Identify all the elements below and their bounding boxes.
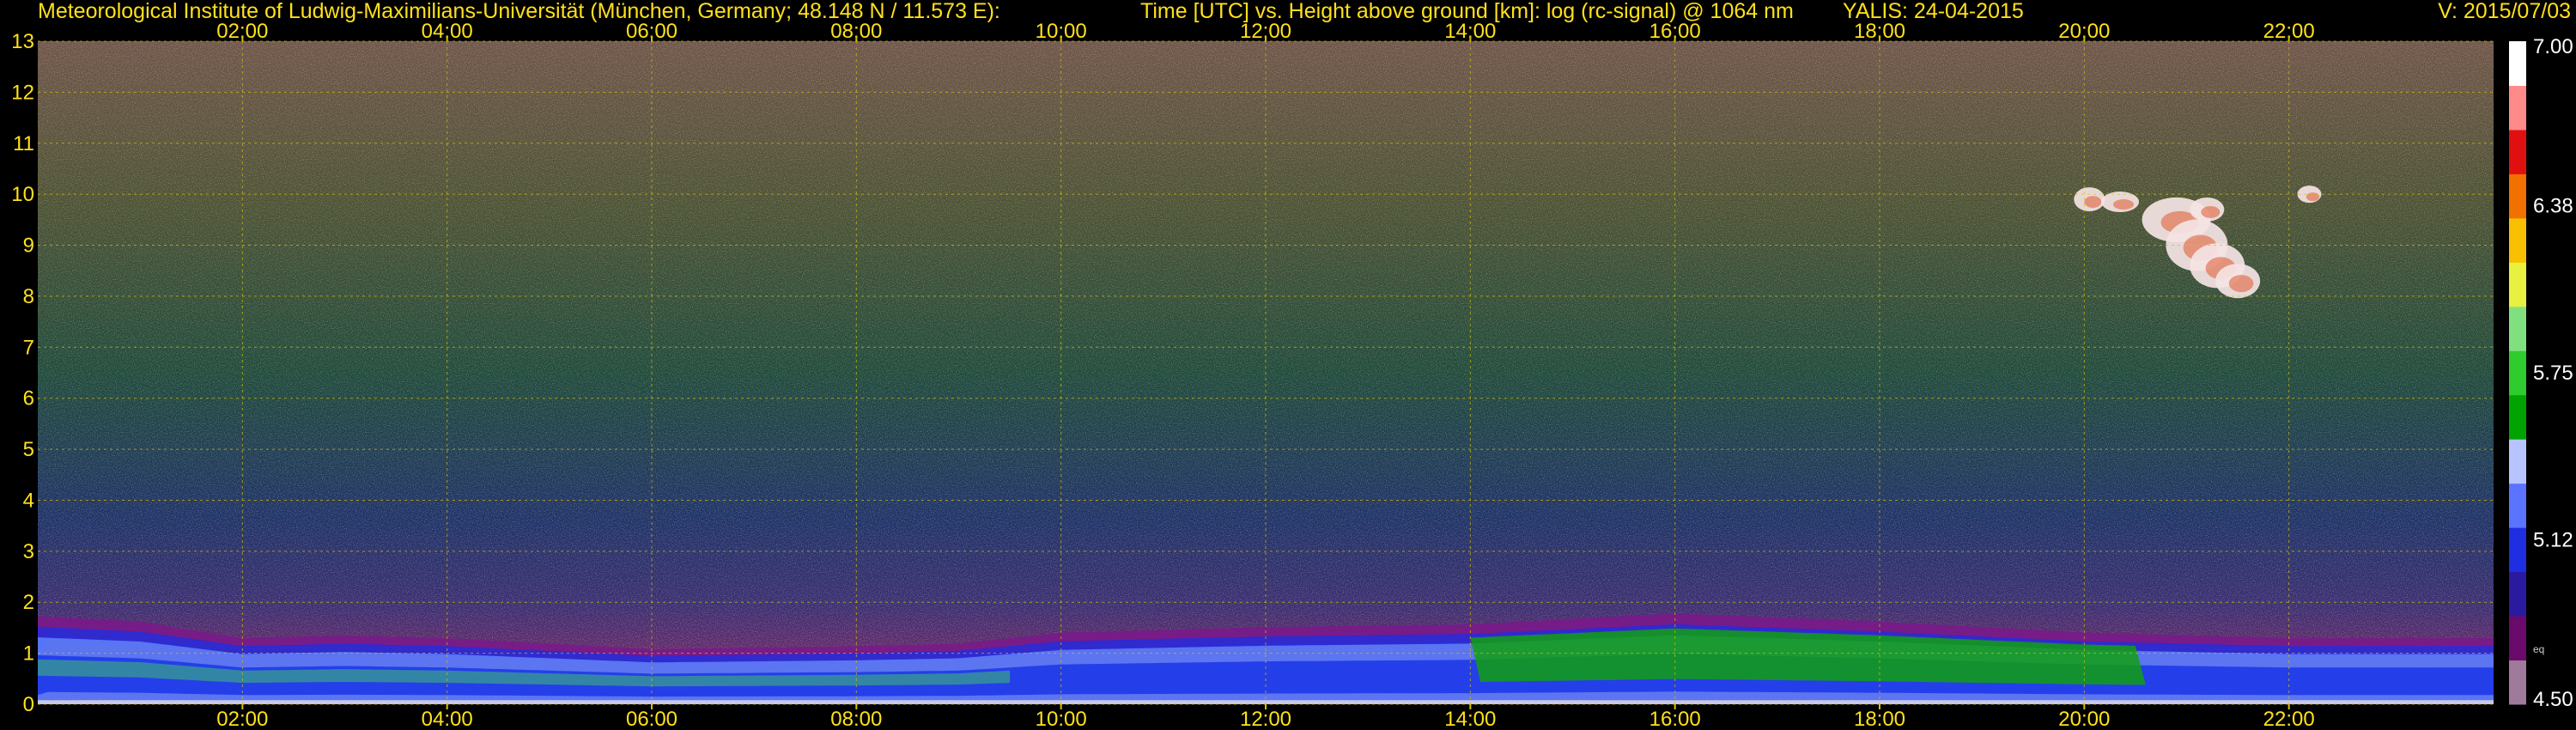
x-tick-label-bottom: 02:00 <box>216 708 268 730</box>
y-tick-label: 11 <box>13 132 34 155</box>
x-tick-label-bottom: 22:00 <box>2263 708 2315 730</box>
cirrus-core <box>2201 205 2221 218</box>
colorbar-segment <box>2509 660 2526 705</box>
y-tick-label: 6 <box>23 387 34 411</box>
y-tick-label: 13 <box>11 30 34 53</box>
x-tick-label-bottom: 08:00 <box>830 708 882 730</box>
y-tick-label: 9 <box>23 234 34 258</box>
y-tick-label: 12 <box>11 81 34 104</box>
colorbar-tick-label: 4.50 <box>2533 688 2573 711</box>
colorbar-tick-label: 6.38 <box>2533 194 2573 217</box>
y-tick-label: 7 <box>23 336 34 359</box>
cirrus-core <box>2084 196 2102 209</box>
colorbar-segment <box>2509 306 2526 351</box>
x-tick-label-bottom: 16:00 <box>1649 708 1701 730</box>
y-tick-label: 3 <box>23 540 34 563</box>
colorbar-segment <box>2509 527 2526 573</box>
y-tick-label: 10 <box>11 183 34 206</box>
x-tick-label-bottom: 12:00 <box>1240 708 1291 730</box>
colorbar-segment <box>2509 85 2526 131</box>
colorbar-segment <box>2509 350 2526 396</box>
colorbar-tick-label: 5.75 <box>2533 362 2573 385</box>
colorbar-segment <box>2509 262 2526 307</box>
plot-area <box>38 40 2494 705</box>
x-tick-label-bottom: 20:00 <box>2058 708 2110 730</box>
x-tick-label-bottom: 14:00 <box>1444 708 1496 730</box>
colorbar-segment <box>2509 616 2526 661</box>
y-tick-label: 1 <box>23 642 34 666</box>
y-tick-label: 8 <box>23 285 34 308</box>
y-tick-label: 0 <box>23 693 34 716</box>
colorbar-segment <box>2509 173 2526 219</box>
colorbar-segment <box>2509 41 2526 86</box>
x-tick-label-bottom: 10:00 <box>1036 708 1087 730</box>
lidar-chart: Meteorological Institute of Ludwig-Maxim… <box>0 0 2576 730</box>
x-tick-label-bottom: 04:00 <box>422 708 473 730</box>
colorbar-segment <box>2509 217 2526 263</box>
colorbar-segment <box>2509 483 2526 528</box>
colorbar-segment <box>2509 439 2526 484</box>
header-version: V: 2015/07/03 <box>2438 0 2571 23</box>
colorbar-segment <box>2509 571 2526 617</box>
x-tick-label-bottom: 18:00 <box>1854 708 1905 730</box>
colorbar-segment <box>2509 394 2526 440</box>
y-tick-label: 5 <box>23 438 34 461</box>
colorbar-tick-label: 7.00 <box>2533 35 2573 58</box>
cirrus-core <box>2228 275 2254 293</box>
colorbar-tick-label: 5.12 <box>2533 529 2573 552</box>
cirrus-core <box>2112 199 2135 210</box>
y-tick-label: 2 <box>23 591 34 614</box>
colorbar-small-label: eq <box>2533 643 2544 655</box>
colorbar <box>2509 41 2526 705</box>
colorbar-segment <box>2509 129 2526 174</box>
y-tick-label: 4 <box>23 489 34 512</box>
x-tick-label-bottom: 06:00 <box>626 708 677 730</box>
